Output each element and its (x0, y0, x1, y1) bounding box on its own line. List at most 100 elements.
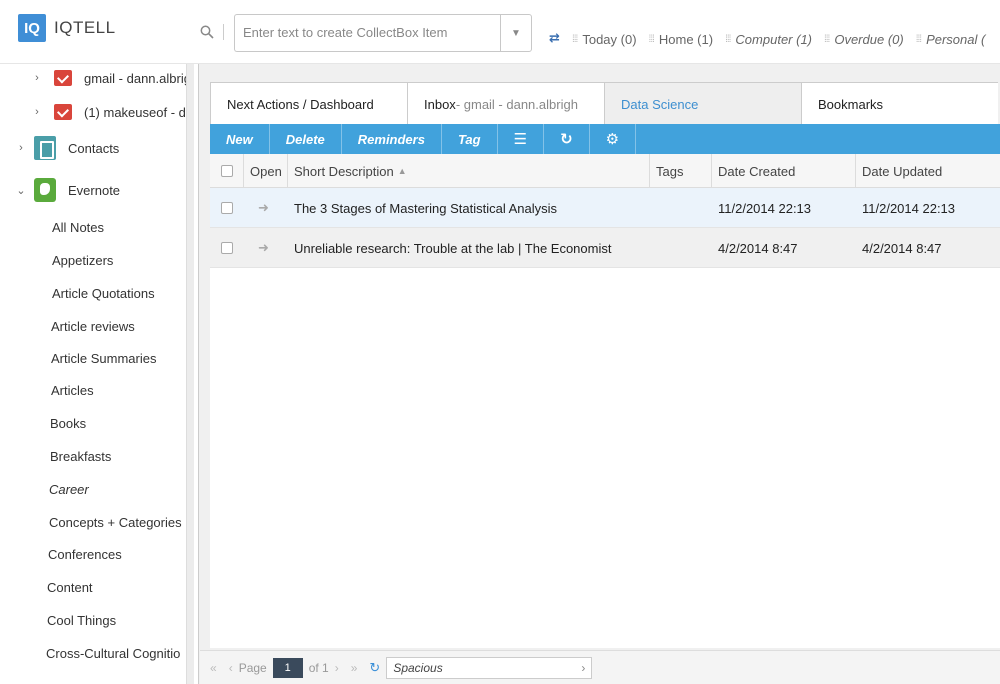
tab-bar: Next Actions / Dashboard Inbox - gmail -… (210, 82, 1000, 126)
open-arrow-icon[interactable]: ➜ (244, 188, 288, 228)
next-page-icon[interactable]: › (335, 661, 339, 675)
search-icon[interactable] (200, 25, 214, 39)
grip-icon: ⁞⁞⁞ (725, 34, 731, 45)
menu-icon[interactable]: ☰ (498, 124, 545, 154)
column-tags[interactable]: Tags (650, 154, 712, 188)
notebook-item[interactable]: Content (47, 580, 93, 595)
gear-icon[interactable]: ⚙ (590, 124, 637, 154)
contacts-label: Contacts (68, 140, 120, 156)
filter-home[interactable]: ⁞⁞⁞ Home (1) (649, 32, 714, 47)
top-bar: IQ IQTELL Enter text to create CollectBo… (0, 0, 1000, 64)
sidebar-account-gmail[interactable]: › gmail - dann.albrig (30, 70, 191, 86)
chevron-right-icon[interactable]: › (30, 72, 44, 84)
filter-today[interactable]: ⁞⁞⁞ Today (0) (572, 32, 637, 47)
first-page-icon[interactable]: « (210, 661, 217, 675)
sort-asc-icon: ▲ (397, 166, 407, 176)
sidebar: › gmail - dann.albrig › (1) makeuseof - … (0, 64, 192, 684)
collectbox-dropdown-button[interactable]: ▼ (500, 14, 532, 52)
account-label: (1) makeuseof - da (84, 104, 192, 120)
chevron-down-icon[interactable]: ⌄ (14, 184, 28, 197)
notebook-item[interactable]: Article reviews (51, 319, 135, 334)
notebook-item[interactable]: Career (49, 482, 89, 497)
notebook-item[interactable]: Appetizers (52, 253, 113, 268)
sidebar-scrollbar[interactable] (186, 64, 194, 684)
chevron-right-icon[interactable]: › (30, 106, 44, 118)
row-date-created: 4/2/2014 8:47 (718, 240, 798, 256)
row-description: Unreliable research: Trouble at the lab … (294, 240, 612, 256)
page-count: of 1 (308, 660, 329, 675)
page-number-input[interactable]: 1 (272, 657, 303, 678)
notebook-item[interactable]: Conferences (48, 547, 122, 562)
row-description: The 3 Stages of Mastering Statistical An… (294, 200, 558, 216)
account-label: gmail - dann.albrig (84, 70, 191, 86)
app-logo[interactable]: IQ IQTELL (18, 14, 116, 42)
checkbox[interactable] (221, 165, 233, 177)
notebook-item[interactable]: Breakfasts (50, 449, 111, 464)
refresh-icon[interactable]: ↻ (544, 124, 590, 154)
checkbox[interactable] (221, 202, 233, 214)
mail-icon (54, 70, 72, 86)
evernote-icon (34, 178, 56, 202)
grid-empty-area (210, 268, 1000, 648)
notebook-item[interactable]: Article Quotations (52, 286, 155, 301)
collectbox-input[interactable]: Enter text to create CollectBox Item (234, 14, 500, 52)
column-open[interactable]: Open (244, 154, 288, 188)
checkbox[interactable] (221, 242, 233, 254)
notebook-item[interactable]: All Notes (52, 220, 104, 235)
grip-icon: ⁞⁞⁞ (915, 34, 922, 45)
new-button[interactable]: New (210, 124, 270, 154)
select-all-checkbox[interactable] (210, 154, 244, 188)
divider (223, 24, 224, 40)
column-short-description[interactable]: Short Description ▲ (288, 154, 650, 188)
row-checkbox[interactable] (210, 228, 244, 268)
tag-button[interactable]: Tag (442, 124, 498, 154)
column-date-created[interactable]: Date Created (712, 154, 856, 188)
chevron-right-icon: › (581, 660, 586, 675)
row-date-created: 11/2/2014 22:13 (718, 200, 812, 216)
grid-header: Open Short Description ▲ Tags Date Create… (210, 154, 1000, 188)
logo-mark: IQ (18, 14, 46, 42)
tab-next-actions[interactable]: Next Actions / Dashboard (210, 82, 407, 126)
refresh-icon[interactable]: ↻ (369, 660, 380, 676)
chevron-down-icon: ▼ (511, 27, 521, 39)
open-arrow-icon[interactable]: ➜ (244, 228, 288, 268)
notebook-item[interactable]: Cool Things (47, 613, 116, 628)
view-mode-select[interactable]: Spacious › (386, 656, 593, 679)
action-toolbar: New Delete Reminders Tag ☰ ↻ ⚙ (210, 124, 1000, 154)
table-row[interactable]: ➜ Unreliable research: Trouble at the la… (210, 228, 1000, 268)
row-date-updated: 4/2/2014 8:47 (862, 240, 942, 256)
pager-bar: « ‹ Page 1 of 1 › » ↻ Spacious › (200, 650, 1000, 684)
row-date-updated: 11/2/2014 22:13 (862, 200, 956, 216)
table-row[interactable]: ➜ The 3 Stages of Mastering Statistical … (210, 188, 1000, 228)
filter-computer[interactable]: ⁞⁞⁞ Computer (1) (725, 32, 812, 47)
evernote-label: Evernote (68, 182, 121, 198)
grip-icon: ⁞⁞⁞ (572, 34, 578, 45)
tab-bookmarks[interactable]: Bookmarks (801, 82, 998, 126)
column-date-updated[interactable]: Date Updated (856, 154, 1000, 188)
filter-overdue[interactable]: ⁞⁞⁞ Overdue (0) (824, 32, 904, 47)
row-checkbox[interactable] (210, 188, 244, 228)
notebook-item[interactable]: Concepts + Categories (49, 515, 182, 530)
app-name: IQTELL (54, 18, 116, 37)
mail-icon (54, 104, 72, 120)
sidebar-item-contacts[interactable]: › Contacts (14, 136, 119, 160)
sidebar-item-evernote[interactable]: ⌄ Evernote (14, 178, 120, 202)
filter-personal[interactable]: ⁞⁞⁞ Personal ( (916, 32, 986, 47)
tab-inbox[interactable]: Inbox - gmail - dann.albrigh (407, 82, 604, 126)
notebook-item[interactable]: Cross-Cultural Cognitio (46, 646, 180, 661)
page-label: Page (238, 660, 267, 675)
grip-icon: ⁞⁞⁞ (824, 34, 830, 45)
reminders-button[interactable]: Reminders (342, 124, 442, 154)
notebook-item[interactable]: Article Summaries (51, 351, 156, 366)
last-page-icon[interactable]: » (351, 661, 358, 675)
chevron-right-icon[interactable]: › (14, 142, 28, 154)
contacts-icon (34, 136, 56, 160)
sync-icon[interactable]: ⇄ (549, 30, 560, 46)
notebook-item[interactable]: Articles (51, 383, 94, 398)
tab-data-science[interactable]: Data Science (604, 82, 801, 126)
prev-page-icon[interactable]: ‹ (229, 661, 233, 675)
sidebar-account-makeuseof[interactable]: › (1) makeuseof - da (30, 104, 192, 120)
delete-button[interactable]: Delete (270, 124, 342, 154)
notebook-item[interactable]: Books (50, 416, 86, 431)
grip-icon: ⁞⁞⁞ (648, 34, 655, 45)
